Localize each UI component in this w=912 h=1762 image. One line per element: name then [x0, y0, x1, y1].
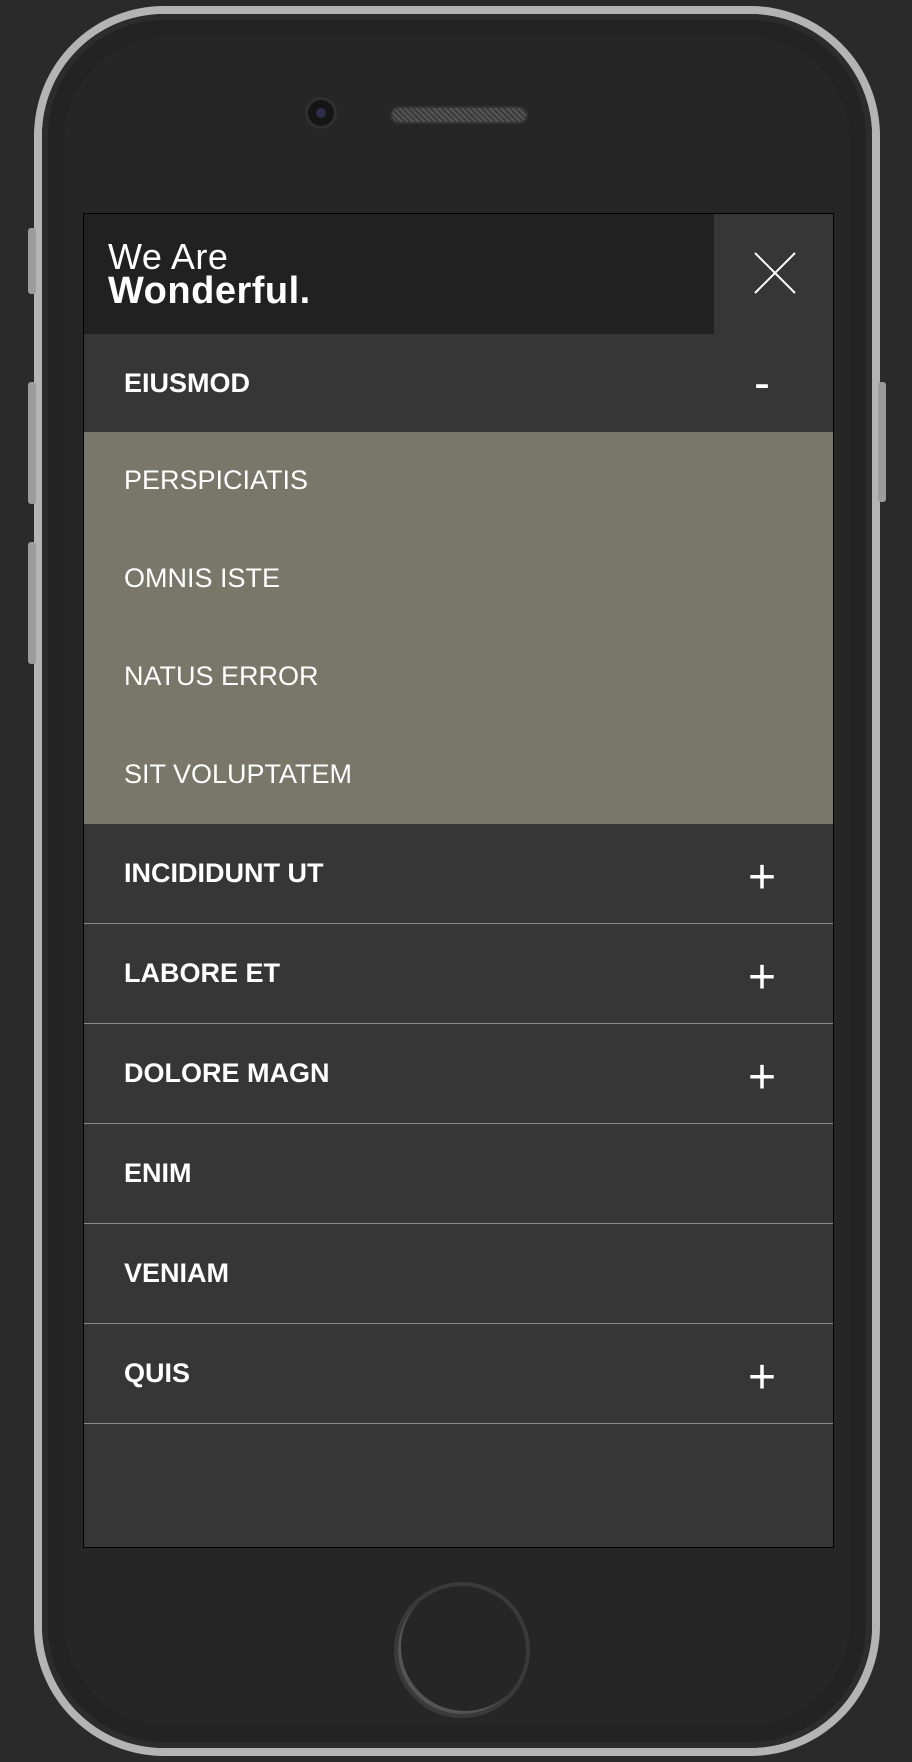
volume-down-button: [28, 542, 36, 664]
power-button: [878, 382, 886, 502]
menu-item-dolore-magn[interactable]: DOLORE MAGN +: [84, 1024, 833, 1124]
expand-icon[interactable]: +: [742, 1354, 782, 1402]
menu-item-labore-et[interactable]: LABORE ET +: [84, 924, 833, 1024]
menu-item-label: LABORE ET: [124, 958, 281, 988]
menu-item-label: DOLORE MAGN: [124, 1058, 330, 1088]
submenu-item-perspiciatis[interactable]: PERSPICIATIS: [84, 432, 833, 530]
volume-up-button: [28, 382, 36, 504]
close-icon: [754, 252, 796, 294]
menu-item-label: VENIAM: [124, 1258, 230, 1288]
submenu: PERSPICIATIS OMNIS ISTE NATUS ERROR SIT …: [84, 432, 833, 824]
submenu-item-natus-error[interactable]: NATUS ERROR: [84, 628, 833, 726]
mute-switch: [28, 228, 36, 294]
submenu-item-omnis-iste[interactable]: OMNIS ISTE: [84, 530, 833, 628]
menu-item-eiusmod[interactable]: EIUSMOD -: [84, 334, 833, 432]
menu-item-label: INCIDIDUNT UT: [124, 858, 324, 888]
front-camera: [308, 100, 334, 126]
menu-item-label: QUIS: [124, 1358, 191, 1388]
menu-item-label: EIUSMOD: [124, 368, 251, 398]
screen: We Are Wonderful. EIUSMOD - PERSPICIATIS…: [83, 213, 834, 1548]
expand-icon[interactable]: +: [742, 854, 782, 902]
menu-item-enim[interactable]: ENIM: [84, 1124, 833, 1224]
expand-icon[interactable]: +: [742, 954, 782, 1002]
menu-item-quis[interactable]: QUIS +: [84, 1324, 833, 1424]
nav-menu: EIUSMOD - PERSPICIATIS OMNIS ISTE NATUS …: [84, 334, 833, 1424]
home-button[interactable]: [394, 1582, 530, 1718]
submenu-item-label: NATUS ERROR: [124, 661, 319, 691]
submenu-item-sit-voluptatem[interactable]: SIT VOLUPTATEM: [84, 726, 833, 824]
menu-header: We Are Wonderful.: [84, 214, 833, 334]
submenu-item-label: PERSPICIATIS: [124, 465, 309, 495]
menu-item-incididunt-ut[interactable]: INCIDIDUNT UT +: [84, 824, 833, 924]
earpiece-speaker: [392, 108, 526, 122]
submenu-item-label: SIT VOLUPTATEM: [124, 759, 353, 789]
close-menu-button[interactable]: [714, 214, 833, 334]
expand-icon[interactable]: +: [742, 1054, 782, 1102]
logo-line-2: Wonderful.: [108, 270, 311, 312]
submenu-item-label: OMNIS ISTE: [124, 563, 281, 593]
logo[interactable]: We Are Wonderful.: [84, 214, 714, 334]
menu-item-label: ENIM: [124, 1158, 192, 1188]
collapse-icon[interactable]: -: [742, 360, 782, 408]
menu-item-veniam[interactable]: VENIAM: [84, 1224, 833, 1324]
